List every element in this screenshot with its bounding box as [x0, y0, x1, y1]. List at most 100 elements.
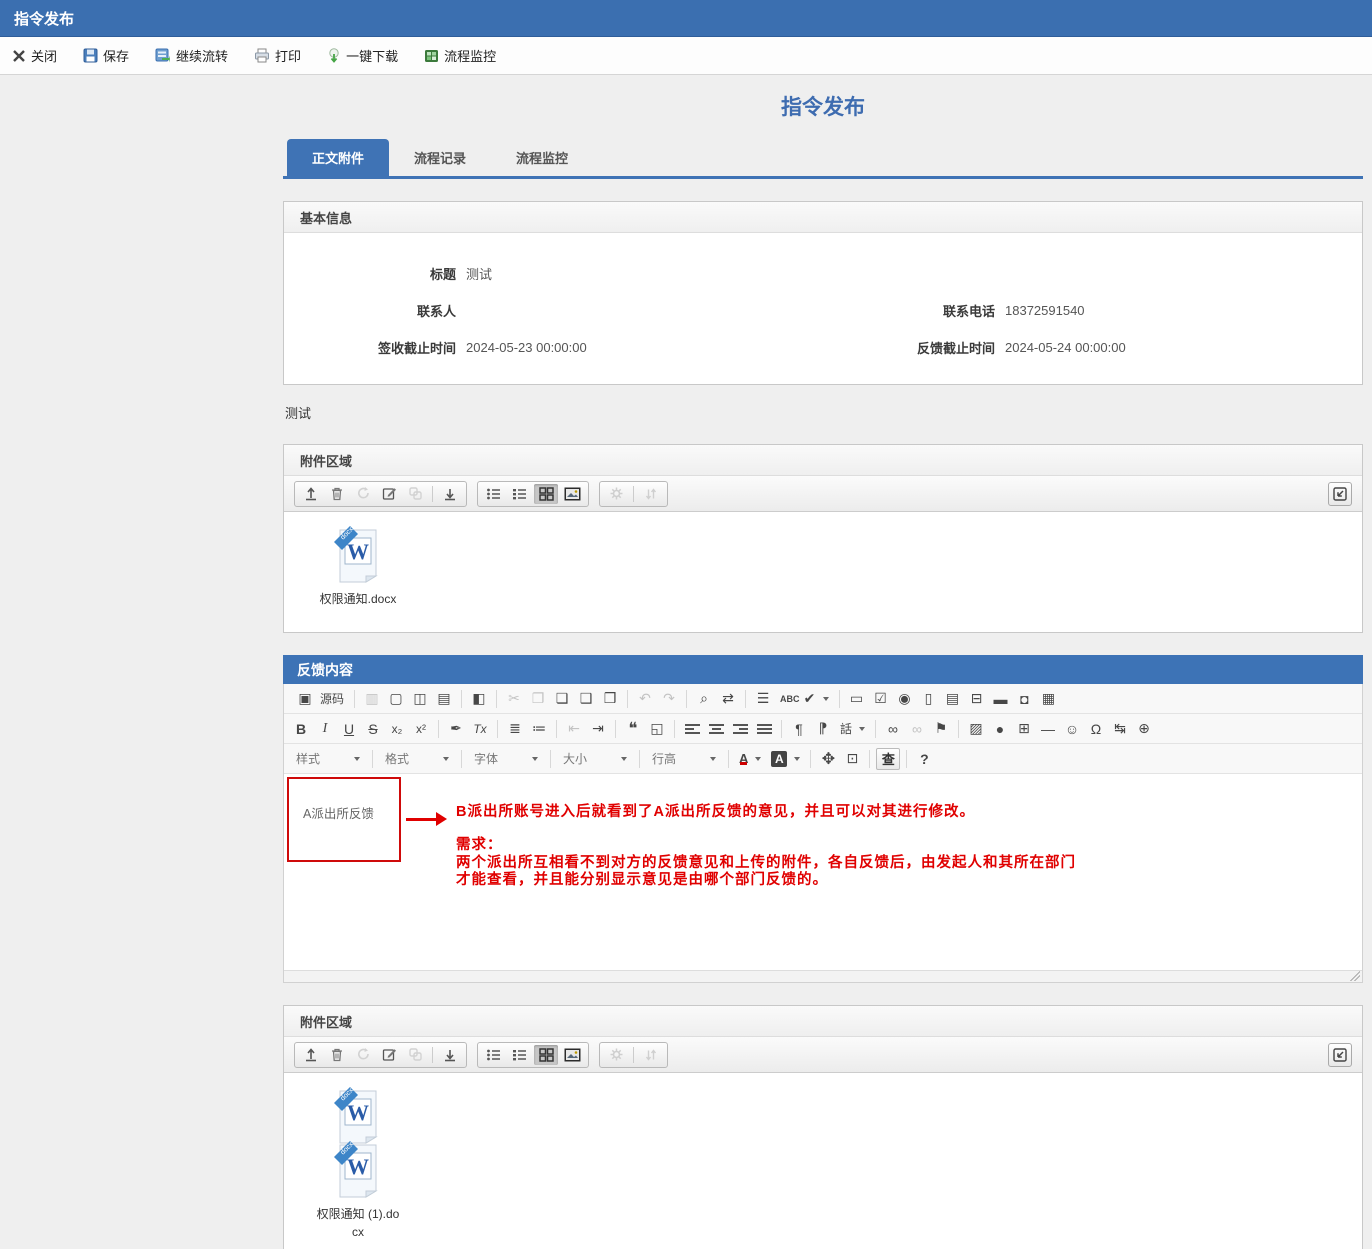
- tab-flow-monitor[interactable]: 流程监控: [491, 139, 593, 176]
- select-all-icon[interactable]: ☰: [752, 688, 774, 710]
- delete-icon[interactable]: [325, 1045, 349, 1065]
- align-justify-icon[interactable]: [753, 718, 775, 740]
- paste-word-icon[interactable]: ❒: [599, 688, 621, 710]
- close-button[interactable]: 关闭: [12, 46, 57, 65]
- div-container-icon[interactable]: ◱: [646, 718, 668, 740]
- find-icon[interactable]: ⌕: [693, 688, 715, 710]
- edit-icon[interactable]: [377, 1045, 401, 1065]
- size-dropdown[interactable]: 大小: [557, 748, 633, 769]
- zh-search-button[interactable]: 查: [876, 747, 901, 770]
- bullet-list-icon[interactable]: ≔: [528, 718, 550, 740]
- save-button[interactable]: 保存: [83, 46, 129, 65]
- thumbnail-view-icon[interactable]: [560, 484, 584, 504]
- indent-icon[interactable]: ⇥: [587, 718, 609, 740]
- table-icon[interactable]: ⊞: [1013, 718, 1035, 740]
- detail-view-icon[interactable]: [508, 484, 532, 504]
- style-dropdown[interactable]: 样式: [290, 748, 366, 769]
- font-dropdown[interactable]: 字体: [468, 748, 544, 769]
- edit-icon[interactable]: [377, 484, 401, 504]
- upload-icon[interactable]: [299, 484, 323, 504]
- collapse-panel-button[interactable]: [1328, 1042, 1352, 1067]
- file-item[interactable]: W docx W docx 权限通知 (1).do cx: [310, 1087, 406, 1241]
- flash-icon[interactable]: ●: [989, 718, 1011, 740]
- subscript-icon[interactable]: x₂: [386, 718, 408, 740]
- flow-monitor-button[interactable]: 流程监控: [424, 46, 496, 65]
- list-view-icon[interactable]: [482, 1045, 506, 1065]
- hidden-field-icon[interactable]: ▦: [1038, 688, 1060, 710]
- underline-icon[interactable]: U: [338, 718, 360, 740]
- horizontal-rule-icon[interactable]: ―: [1037, 718, 1059, 740]
- button-field-icon[interactable]: ▬: [990, 688, 1012, 710]
- print-button[interactable]: 打印: [254, 46, 301, 65]
- paste-text-icon[interactable]: ❑: [575, 688, 597, 710]
- page-break-icon[interactable]: ↹: [1109, 718, 1131, 740]
- help-icon[interactable]: ?: [913, 748, 935, 770]
- paste-icon[interactable]: ❏: [551, 688, 573, 710]
- thumbnail-view-icon[interactable]: [560, 1045, 584, 1065]
- attachment-top-header: 附件区域: [284, 445, 1362, 476]
- preview-icon[interactable]: ◫: [409, 688, 431, 710]
- refresh-icon: [351, 1045, 375, 1065]
- templates-icon[interactable]: ◧: [468, 688, 490, 710]
- anchor-icon[interactable]: ⚑: [930, 718, 952, 740]
- grid-view-icon[interactable]: [534, 483, 558, 504]
- radio-icon[interactable]: ◉: [894, 688, 916, 710]
- format-dropdown[interactable]: 格式: [379, 748, 455, 769]
- new-page-icon[interactable]: ▢: [385, 688, 407, 710]
- select-field-icon[interactable]: ⊟: [966, 688, 988, 710]
- insert-image-icon[interactable]: ▨: [965, 718, 987, 740]
- title-label: 标题: [429, 267, 456, 282]
- tab-flow-record[interactable]: 流程记录: [389, 139, 491, 176]
- source-code-button[interactable]: ▣ 源码: [290, 688, 348, 710]
- window-titlebar: 指令发布: [0, 0, 1372, 37]
- superscript-icon[interactable]: x²: [410, 718, 432, 740]
- tab-body-attachments[interactable]: 正文附件: [287, 139, 390, 176]
- align-left-icon[interactable]: [681, 718, 703, 740]
- numbered-list-icon[interactable]: ≣: [504, 718, 526, 740]
- collapse-panel-button[interactable]: [1328, 481, 1352, 506]
- text-color-button[interactable]: A: [735, 751, 765, 766]
- annotation-text: B派出所账号进入后就看到了A派出所反馈的意见，并且可以对其进行修改。 需求： 两…: [456, 804, 1076, 890]
- iframe-icon[interactable]: ⊕: [1133, 718, 1155, 740]
- italic-icon[interactable]: I: [314, 718, 336, 740]
- blockquote-icon[interactable]: ❝: [622, 718, 644, 740]
- text-field-icon[interactable]: ▯: [918, 688, 940, 710]
- dir-ltr-icon[interactable]: ¶: [788, 718, 810, 740]
- delete-icon[interactable]: [325, 484, 349, 504]
- one-click-download-button[interactable]: 一键下载: [327, 46, 398, 65]
- dir-rtl-icon[interactable]: ⁋: [812, 718, 834, 740]
- align-center-icon[interactable]: [705, 718, 727, 740]
- image-button-icon[interactable]: ◘: [1014, 688, 1036, 710]
- show-blocks-icon[interactable]: ⊡: [841, 748, 863, 770]
- strikethrough-icon[interactable]: S: [362, 718, 384, 740]
- lineheight-dropdown[interactable]: 行高: [646, 748, 722, 769]
- align-right-icon[interactable]: [729, 718, 751, 740]
- download-file-icon[interactable]: [438, 1045, 462, 1065]
- print-doc-icon[interactable]: ▤: [433, 688, 455, 710]
- word-file-icon: W docx: [334, 1087, 378, 1144]
- resize-grip[interactable]: [1350, 971, 1360, 981]
- maximize-icon[interactable]: ✥: [817, 748, 839, 770]
- download-file-icon[interactable]: [438, 484, 462, 504]
- replace-icon[interactable]: ⇄: [717, 688, 739, 710]
- file-item[interactable]: W docx 权限通知.docx: [310, 526, 406, 608]
- continue-flow-button[interactable]: 继续流转: [155, 46, 228, 65]
- spell-check-button[interactable]: ABC ✔: [776, 688, 833, 710]
- remove-format-icon[interactable]: Tx: [469, 718, 491, 740]
- editor-content[interactable]: A派出所反馈 B派出所账号进入后就看到了A派出所反馈的意见，并且可以对其进行修改…: [284, 774, 1362, 970]
- form-icon[interactable]: ▭: [846, 688, 868, 710]
- copy-format-icon[interactable]: ✒: [445, 718, 467, 740]
- detail-view-icon[interactable]: [508, 1045, 532, 1065]
- bold-icon[interactable]: B: [290, 718, 312, 740]
- textarea-icon[interactable]: ▤: [942, 688, 964, 710]
- upload-icon[interactable]: [299, 1045, 323, 1065]
- annotation-line3: 才能查看，并且能分别显示意见是由哪个部门反馈的。: [456, 872, 828, 889]
- checkbox-icon[interactable]: ☑: [870, 688, 892, 710]
- bg-color-button[interactable]: A: [767, 750, 804, 767]
- grid-view-icon[interactable]: [534, 1044, 558, 1065]
- list-view-icon[interactable]: [482, 484, 506, 504]
- special-char-icon[interactable]: Ω: [1085, 718, 1107, 740]
- link-icon[interactable]: ∞: [882, 718, 904, 740]
- language-button[interactable]: 話: [836, 720, 869, 737]
- smiley-icon[interactable]: ☺: [1061, 718, 1083, 740]
